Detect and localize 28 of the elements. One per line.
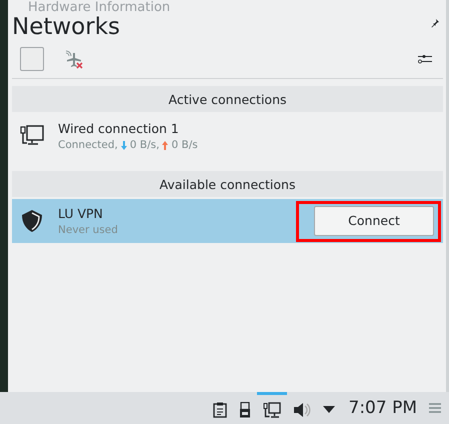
wireless-checkbox[interactable]	[20, 47, 44, 71]
menu-icon[interactable]	[429, 403, 441, 413]
usb-drive-icon[interactable]	[238, 402, 250, 418]
section-header: Active connections	[12, 86, 443, 112]
pin-icon[interactable]	[430, 18, 440, 28]
computer-icon	[20, 124, 44, 148]
clipboard-icon[interactable]	[212, 402, 226, 418]
upload-arrow-icon	[162, 140, 168, 150]
settings-icon[interactable]	[418, 54, 432, 64]
section-header: Available connections	[12, 171, 443, 197]
connection-name: Wired connection 1	[58, 121, 180, 136]
connection-status: Never used	[58, 224, 118, 236]
shield-icon	[20, 209, 44, 233]
volume-icon[interactable]	[292, 402, 310, 418]
connect-button[interactable]: Connect	[314, 206, 434, 236]
connection-item[interactable]: LU VPN Never used Connect	[12, 199, 443, 243]
connection-name: LU VPN	[58, 206, 104, 221]
clock[interactable]: 7:07 PM	[348, 398, 417, 418]
network-icon[interactable]	[262, 400, 280, 418]
connection-status: Connected,	[58, 139, 118, 151]
download-arrow-icon	[120, 140, 127, 150]
airplane-mode-icon[interactable]	[64, 49, 84, 69]
background-window-title: Hardware Information	[28, 0, 170, 15]
upload-rate: 0 B/s	[171, 139, 198, 151]
caret-icon[interactable]	[322, 406, 334, 413]
popup-title: Networks	[12, 14, 120, 40]
connection-item[interactable]: Wired connection 1 Connected, 0 B/s, 0 B/s	[12, 114, 443, 158]
download-rate: 0 B/s,	[130, 139, 160, 151]
